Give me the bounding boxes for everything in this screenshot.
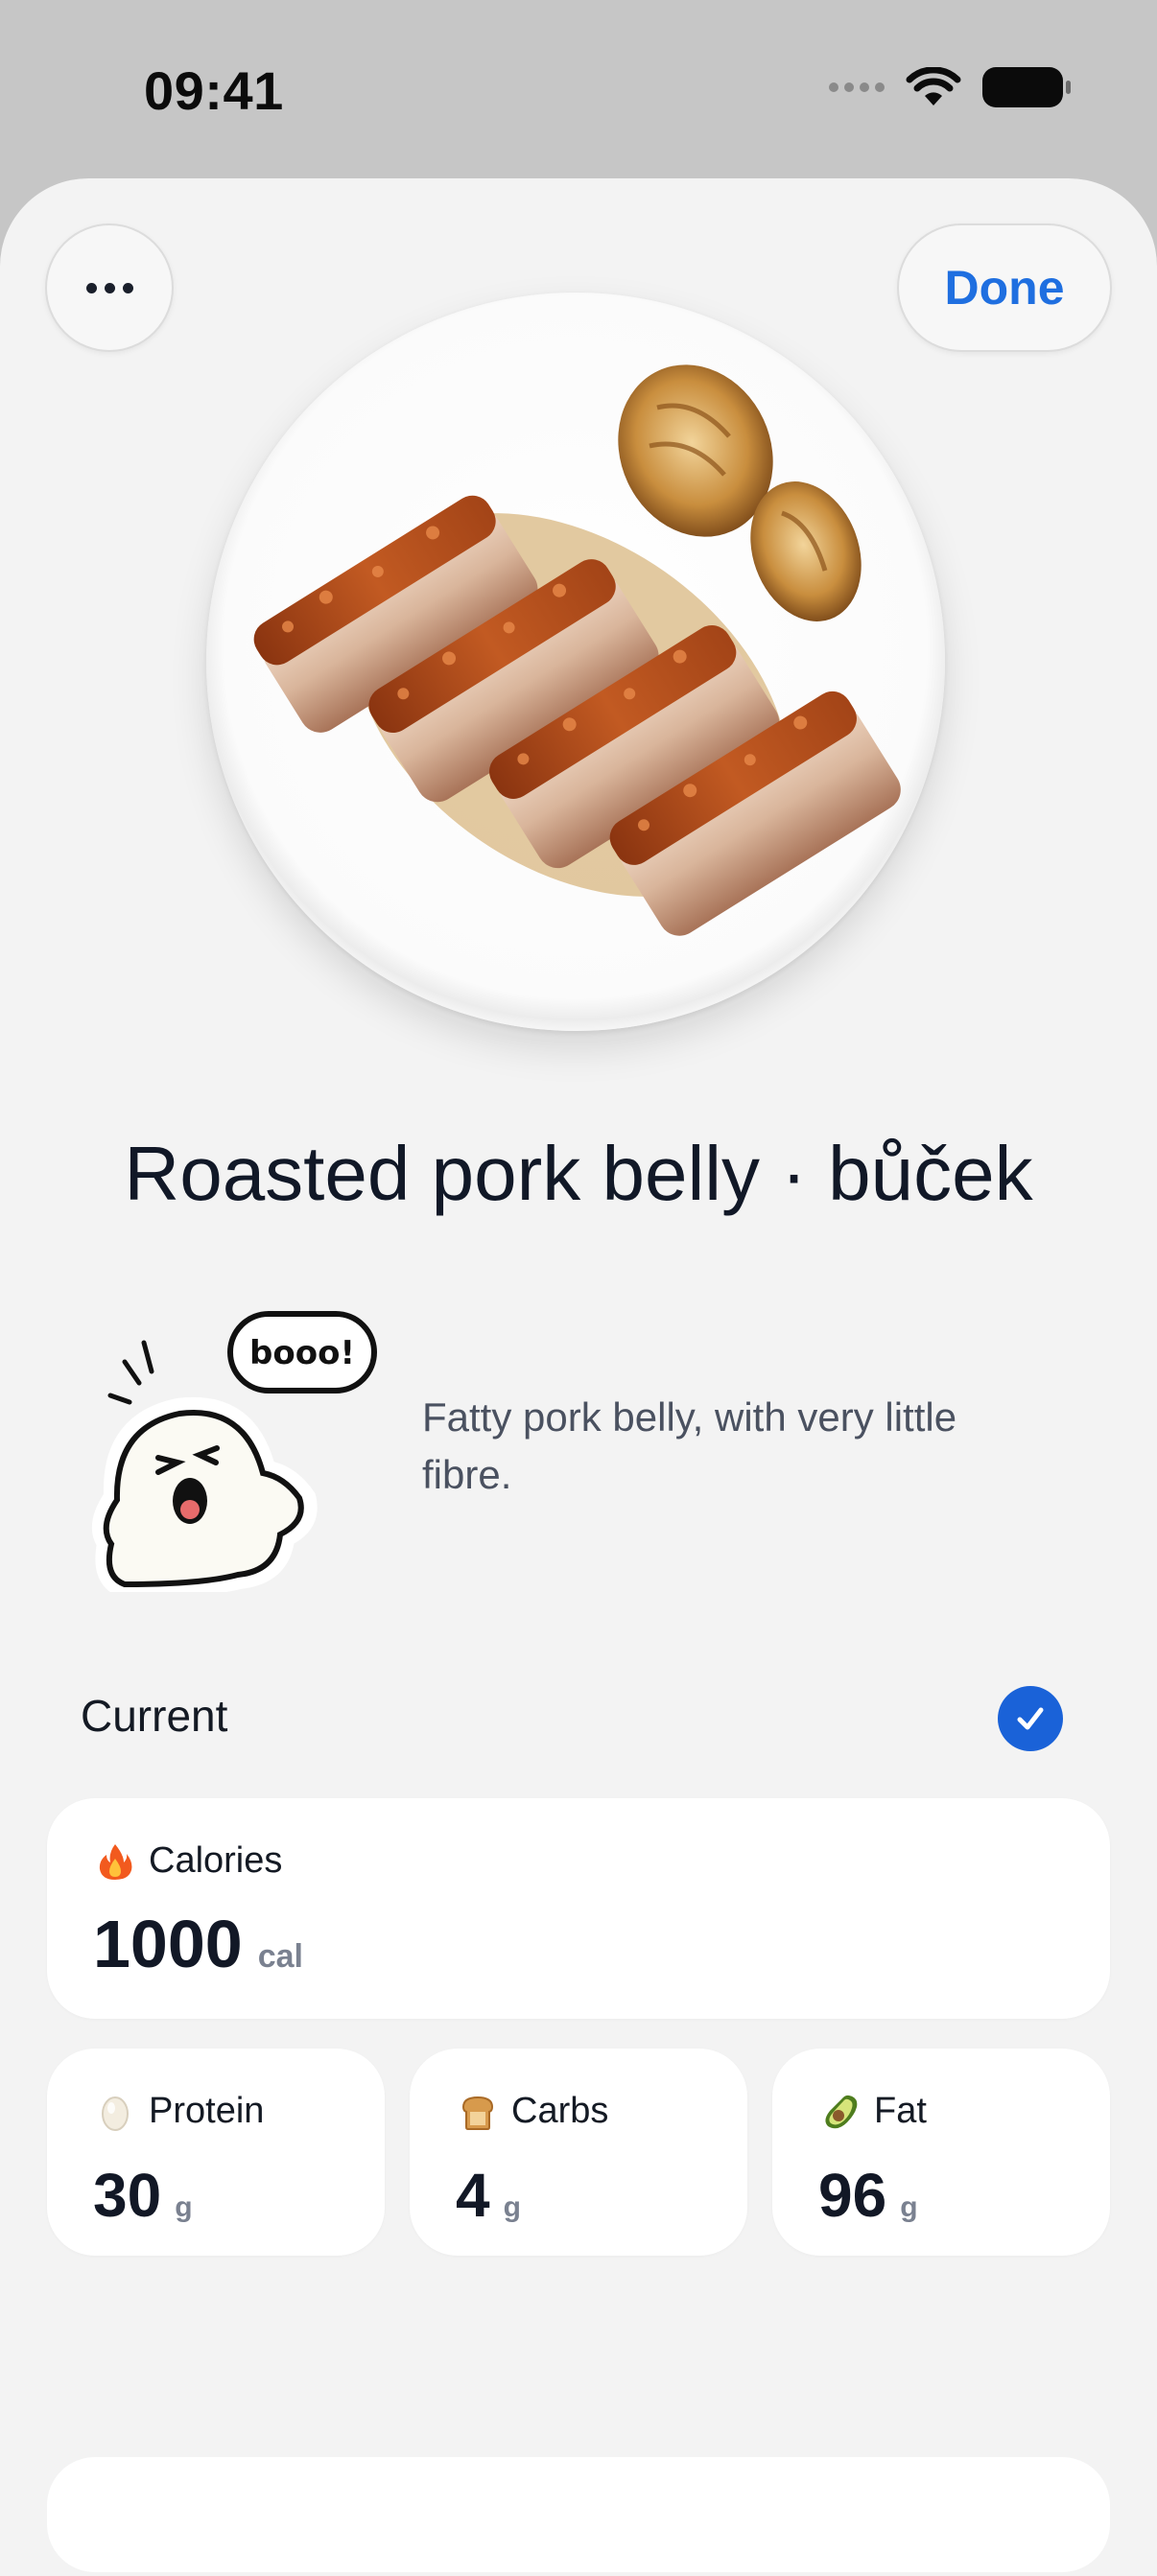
fire-icon (99, 1843, 132, 1880)
calories-card[interactable]: Calories 1000 cal (47, 1798, 1110, 2019)
ellipsis-icon (85, 282, 97, 293)
status-time: 09:41 (144, 60, 284, 121)
checkmark-icon (1017, 1707, 1044, 1730)
bread-icon (461, 2096, 494, 2130)
calories-label: Calories (149, 1840, 283, 1881)
dish-photo (206, 293, 945, 1031)
protein-value-row: 30 g (93, 2160, 193, 2231)
protein-unit: g (175, 2191, 193, 2223)
fat-label: Fat (874, 2091, 927, 2131)
portion-label: Current (81, 1691, 228, 1741)
status-bar: 09:41 (0, 0, 1157, 177)
fat-value-row: 96 g (818, 2160, 918, 2231)
fat-card[interactable]: Fat 96 g (772, 2049, 1110, 2256)
carbs-card[interactable]: Carbs 4g (410, 2049, 747, 2256)
portion-selected-checkbox[interactable] (998, 1686, 1063, 1751)
carbs-value: 4 (456, 2161, 490, 2230)
battery-icon (982, 67, 1071, 107)
calories-value: 1000 (93, 1907, 243, 1981)
dish-title: Roasted pork belly · bůček (124, 1131, 1033, 1216)
more-options-button[interactable] (45, 223, 174, 352)
fat-label-row: Fat (820, 2091, 927, 2132)
avocado-icon (825, 2095, 858, 2128)
fat-value: 96 (818, 2161, 887, 2230)
protein-label: Protein (149, 2091, 265, 2131)
protein-value: 30 (93, 2161, 162, 2230)
protein-label-row: Protein (95, 2091, 264, 2132)
carbs-label: Carbs (511, 2091, 609, 2131)
protein-card[interactable]: Protein 30 g (47, 2049, 385, 2256)
mascot-speech-text: booo! (249, 1334, 355, 1372)
status-icons (829, 67, 1071, 107)
calories-value-row: 1000 cal (93, 1906, 303, 1982)
pork-belly-illustration (253, 364, 901, 936)
calories-unit: cal (257, 1938, 303, 1975)
carbs-label-row: Carbs (458, 2091, 608, 2132)
fat-unit: g (900, 2191, 918, 2223)
egg-icon (102, 2096, 129, 2131)
next-card-peek (47, 2457, 1110, 2572)
plate-image (206, 293, 945, 1031)
carbs-unit: g (503, 2191, 521, 2223)
calories-label-row: Calories (95, 1840, 282, 1882)
wifi-icon (906, 67, 961, 105)
dish-description: Fatty pork belly, with very little fibre… (422, 1394, 957, 1497)
cellular-signal-icon (829, 82, 885, 92)
ghost-mascot-sticker: booo! (91, 1311, 377, 1592)
carbs-value-row: 4g (456, 2160, 521, 2231)
